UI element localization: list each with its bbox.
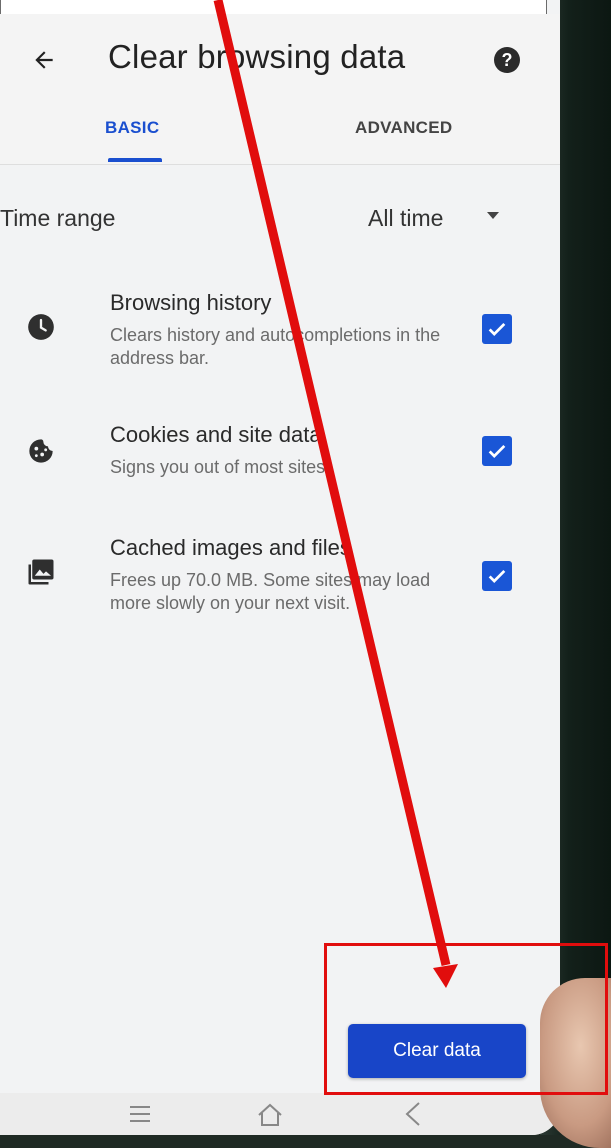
annotation-arrow xyxy=(213,0,458,988)
